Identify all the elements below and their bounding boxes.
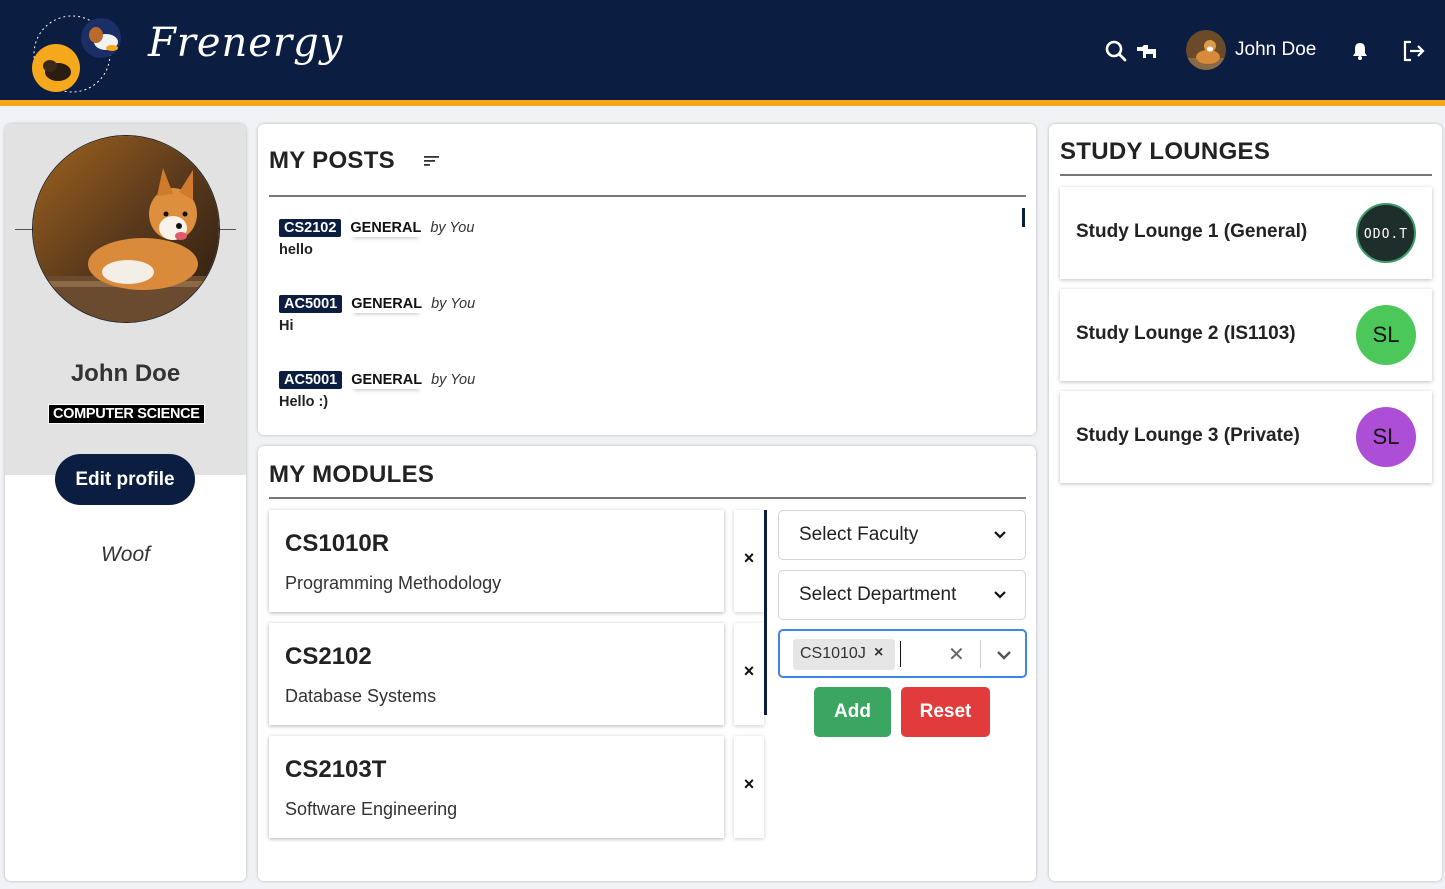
edit-profile-button[interactable]: Edit profile xyxy=(55,454,195,505)
lounge-avatar: ODO.T xyxy=(1356,203,1416,263)
my-modules-title: MY MODULES xyxy=(269,461,435,488)
lounge-item[interactable]: Study Lounge 3 (Private) SL xyxy=(1060,391,1432,483)
add-module-button[interactable]: Add xyxy=(814,687,891,737)
module-code: CS2103T xyxy=(285,756,387,783)
module-code: CS2102 xyxy=(285,643,372,670)
module-card[interactable]: CS2103T Software Engineering xyxy=(269,736,724,838)
lounge-avatar: SL xyxy=(1356,407,1416,467)
faculty-select-label: Select Faculty xyxy=(799,524,919,545)
post-item[interactable]: CS2102 GENERAL by You hello xyxy=(279,217,474,258)
module-card[interactable]: CS1010R Programming Methodology xyxy=(269,510,724,612)
module-code: CS1010R xyxy=(285,530,390,557)
module-card[interactable]: CS2102 Database Systems xyxy=(269,623,724,725)
sort-icon[interactable] xyxy=(424,154,440,168)
close-icon: × xyxy=(743,548,755,568)
user-avatar[interactable] xyxy=(1186,30,1226,70)
logout-icon[interactable] xyxy=(1401,38,1427,64)
module-name: Software Engineering xyxy=(285,799,458,819)
post-module-tag[interactable]: CS2102 xyxy=(279,219,342,237)
lounges-divider xyxy=(1060,174,1432,176)
selected-module-chip: CS1010J × xyxy=(793,639,895,670)
post-item[interactable]: AC5001 GENERAL by You Hi xyxy=(279,293,475,334)
post-category: GENERAL xyxy=(351,371,423,388)
post-category: GENERAL xyxy=(350,219,422,236)
bell-icon[interactable] xyxy=(1347,38,1373,64)
indicator-separator xyxy=(980,640,981,668)
modules-scrollbar[interactable] xyxy=(764,510,767,715)
post-item[interactable]: AC5001 GENERAL by You Hello :) xyxy=(279,369,475,410)
clear-icon[interactable]: ✕ xyxy=(948,642,965,667)
chevron-down-icon xyxy=(994,591,1006,599)
lounge-avatar-text: SL xyxy=(1372,322,1400,347)
text-caret[interactable] xyxy=(900,641,901,667)
post-author: by You xyxy=(431,296,476,312)
top-navbar: Frenergy John Doe xyxy=(0,0,1445,106)
post-author: by You xyxy=(430,220,475,236)
close-icon: × xyxy=(743,774,755,794)
profile-bio: Woof xyxy=(100,543,150,566)
lounge-avatar-text: ODO.T xyxy=(1363,227,1409,242)
reset-button[interactable]: Reset xyxy=(901,687,990,737)
chevron-down-icon[interactable] xyxy=(996,648,1012,662)
module-name: Programming Methodology xyxy=(285,573,502,593)
chevron-down-icon xyxy=(994,531,1006,539)
post-category: GENERAL xyxy=(351,295,423,312)
department-select-label: Select Department xyxy=(799,584,957,605)
lounge-item[interactable]: Study Lounge 1 (General) ODO.T xyxy=(1060,187,1432,279)
faculty-badge: COMPUTER SCIENCE xyxy=(48,404,205,424)
posts-divider xyxy=(269,195,1026,197)
remove-module-button[interactable]: × xyxy=(734,736,764,838)
nav-user-name[interactable]: John Doe xyxy=(1235,39,1316,61)
close-icon: × xyxy=(743,661,755,681)
modules-divider xyxy=(269,497,1026,499)
lounge-name: Study Lounge 1 (General) xyxy=(1076,221,1308,242)
profile-card: John Doe COMPUTER SCIENCE Edit profile W… xyxy=(5,124,246,881)
remove-module-button[interactable]: × xyxy=(734,510,764,612)
post-author: by You xyxy=(431,372,476,388)
lounge-name: Study Lounge 2 (IS1103) xyxy=(1076,323,1296,344)
lounge-name: Study Lounge 3 (Private) xyxy=(1076,425,1300,446)
lounge-avatar-text: SL xyxy=(1372,424,1400,449)
module-name: Database Systems xyxy=(285,686,437,706)
brand-name[interactable]: Frenergy xyxy=(148,20,343,66)
faculty-select[interactable]: Select Faculty xyxy=(778,510,1026,560)
chip-remove-icon[interactable]: × xyxy=(874,644,883,662)
logo-badge[interactable] xyxy=(26,8,134,96)
posts-scrollbar[interactable] xyxy=(1022,208,1025,227)
dog-icon[interactable] xyxy=(1134,38,1160,64)
study-lounges-title: STUDY LOUNGES xyxy=(1060,138,1271,165)
post-module-tag[interactable]: AC5001 xyxy=(279,371,343,389)
my-posts-title: MY POSTS xyxy=(269,147,395,174)
post-body: Hello :) xyxy=(279,394,329,410)
remove-module-button[interactable]: × xyxy=(734,623,764,725)
module-multiselect[interactable]: CS1010J × ✕ xyxy=(778,629,1027,678)
post-module-tag[interactable]: AC5001 xyxy=(279,295,343,313)
lounge-avatar: SL xyxy=(1356,305,1416,365)
profile-name: John Doe xyxy=(70,360,181,387)
department-select[interactable]: Select Department xyxy=(778,570,1026,620)
lounge-item[interactable]: Study Lounge 2 (IS1103) SL xyxy=(1060,289,1432,381)
post-body: hello xyxy=(279,242,313,258)
post-body: Hi xyxy=(279,318,294,334)
chip-label: CS1010J xyxy=(800,645,866,662)
profile-photo xyxy=(32,135,220,323)
search-icon[interactable] xyxy=(1103,38,1129,64)
